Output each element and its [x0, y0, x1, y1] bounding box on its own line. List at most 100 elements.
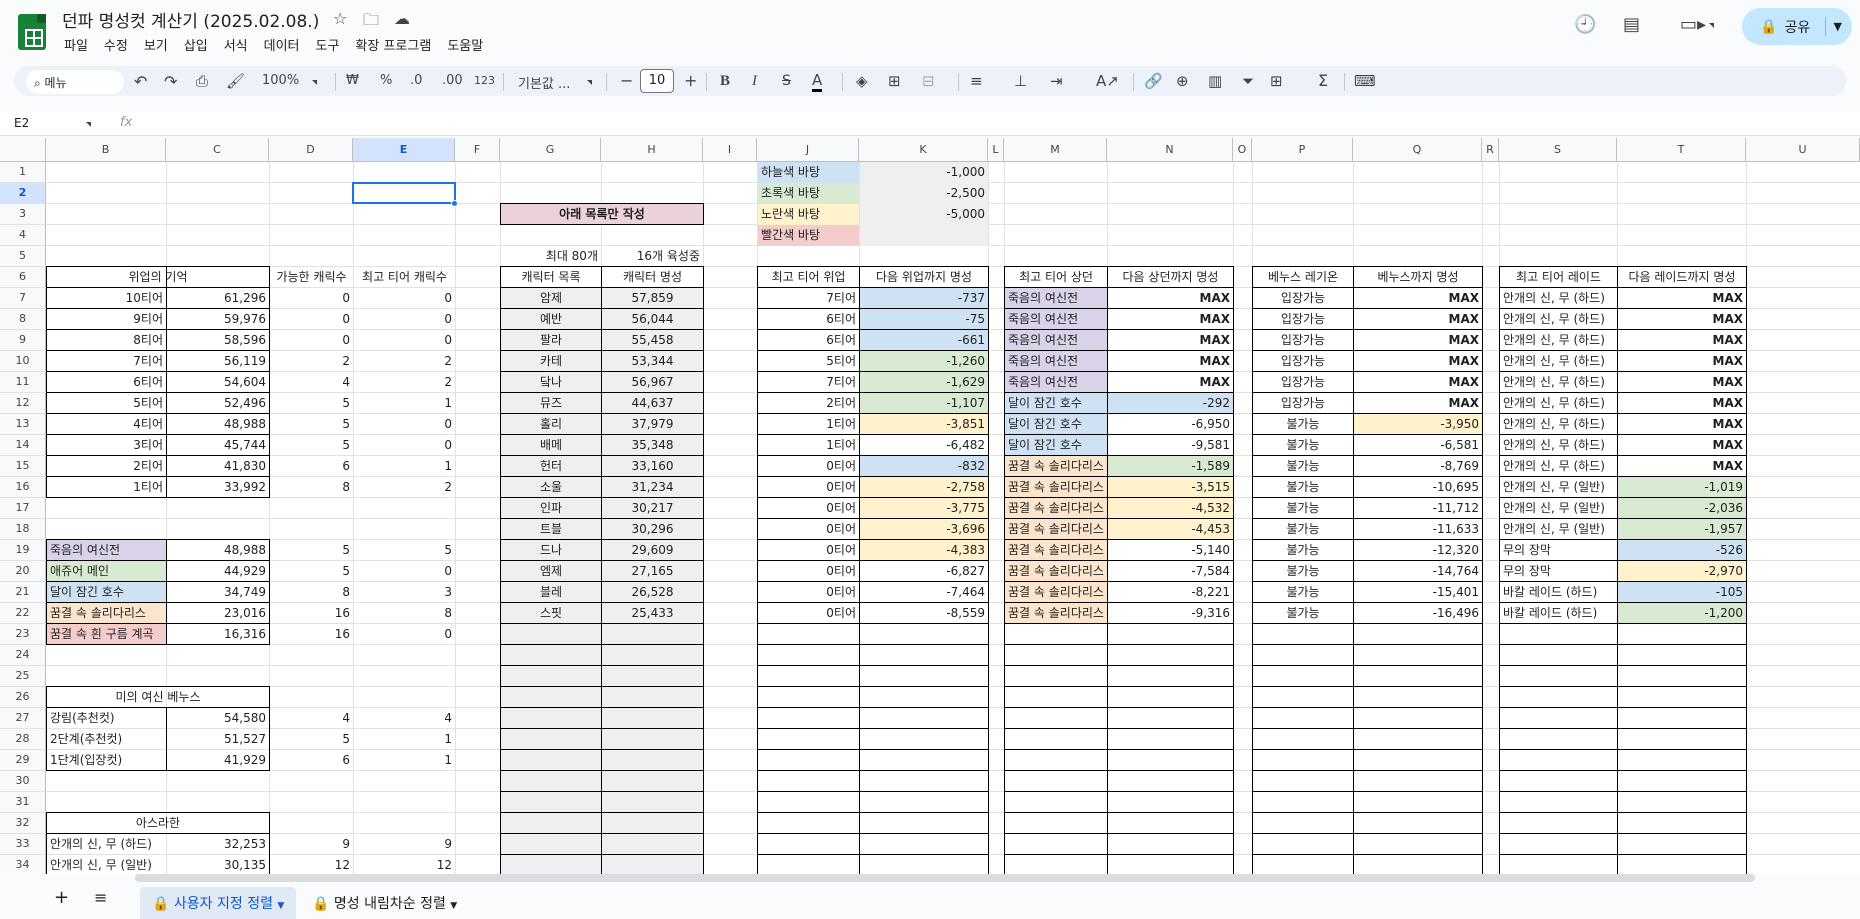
top-tier-count[interactable]: 0	[354, 288, 455, 309]
top-dungeon[interactable]: 죽음의 여신전	[1005, 330, 1107, 351]
undo-icon[interactable]: ↶	[134, 72, 147, 91]
fame-to-venus[interactable]: -8,769	[1354, 456, 1482, 477]
fame-to-next[interactable]: -8,221	[1108, 582, 1233, 603]
top-raid[interactable]: 안개의 신, 무 (하드)	[1500, 288, 1617, 309]
top-dungeon[interactable]: 꿈결 속 솔리다리스	[1005, 582, 1107, 603]
entry-status[interactable]: 불가능	[1253, 582, 1353, 603]
menu-item[interactable]: 파일	[56, 33, 96, 56]
empty-input-cell[interactable]	[602, 792, 703, 813]
top-tier-count[interactable]: 1	[354, 393, 455, 414]
character-name[interactable]: 암제	[501, 288, 601, 309]
empty-input-cell[interactable]	[602, 687, 703, 708]
top-tier-count[interactable]: 2	[354, 351, 455, 372]
legend-value[interactable]: -1,000	[860, 162, 988, 183]
character-name[interactable]: 블레	[501, 582, 601, 603]
top-tier[interactable]: 2티어	[758, 393, 859, 414]
fame-to-next[interactable]: MAX	[1108, 330, 1233, 351]
character-name[interactable]: 트블	[501, 519, 601, 540]
character-name[interactable]: 카테	[501, 351, 601, 372]
entry-status[interactable]: 입장가능	[1253, 393, 1353, 414]
fame-to-next[interactable]: -7,464	[860, 582, 988, 603]
tier-fame[interactable]: 48,988	[167, 414, 269, 435]
tier-fame[interactable]: 58,596	[167, 330, 269, 351]
select-all-corner[interactable]	[0, 138, 46, 162]
possible-count[interactable]: 5	[270, 435, 353, 456]
column-header[interactable]: B	[46, 138, 166, 162]
chevron-down-icon[interactable]: ▼	[1824, 17, 1842, 36]
possible-count[interactable]: 0	[270, 309, 353, 330]
entry-status[interactable]: 불가능	[1253, 435, 1353, 456]
legend-value[interactable]	[860, 225, 988, 246]
chevron-down-icon[interactable]: ▼	[450, 901, 457, 911]
version-history-icon[interactable]: 🕘	[1574, 14, 1596, 35]
tier-name[interactable]: 9티어	[47, 309, 166, 330]
entry-status[interactable]: 입장가능	[1253, 288, 1353, 309]
table-header[interactable]: 다음 위업까지 명성	[860, 267, 988, 288]
fame-to-venus[interactable]: MAX	[1354, 330, 1482, 351]
empty-input-cell[interactable]	[501, 666, 601, 687]
fame-to-venus[interactable]: MAX	[1354, 309, 1482, 330]
row-header[interactable]: 11	[0, 372, 46, 393]
currency-format-button[interactable]: ₩	[346, 73, 359, 88]
row-header[interactable]: 29	[0, 750, 46, 771]
dungeon-name[interactable]: 꿈결 속 솔리다리스	[47, 603, 166, 624]
column-header[interactable]: C	[166, 138, 269, 162]
top-tier-count[interactable]: 2	[354, 477, 455, 498]
row-header[interactable]: 25	[0, 666, 46, 687]
possible-count[interactable]: 6	[270, 750, 353, 771]
menu-item[interactable]: 보기	[136, 33, 176, 56]
top-dungeon[interactable]: 꿈결 속 솔리다리스	[1005, 540, 1107, 561]
top-dungeon[interactable]: 꿈결 속 솔리다리스	[1005, 456, 1107, 477]
fame-to-venus[interactable]: -11,633	[1354, 519, 1482, 540]
row-header[interactable]: 17	[0, 498, 46, 519]
entry-status[interactable]: 입장가능	[1253, 309, 1353, 330]
growing-chars-note[interactable]: 16개 육성중	[602, 246, 703, 267]
character-fame[interactable]: 57,859	[602, 288, 703, 309]
character-fame[interactable]: 35,348	[602, 435, 703, 456]
row-header[interactable]: 18	[0, 519, 46, 540]
top-dungeon[interactable]: 꿈결 속 솔리다리스	[1005, 477, 1107, 498]
row-header[interactable]: 26	[0, 687, 46, 708]
fame-to-next[interactable]: -661	[860, 330, 988, 351]
row-header[interactable]: 34	[0, 855, 46, 874]
tier-fame[interactable]: 52,496	[167, 393, 269, 414]
column-header[interactable]: G	[500, 138, 601, 162]
table-header[interactable]: 캐릭터 목록	[501, 267, 601, 288]
fame-to-next[interactable]: MAX	[1618, 330, 1746, 351]
table-header[interactable]: 다음 레이드까지 명성	[1618, 267, 1746, 288]
column-header[interactable]: U	[1746, 138, 1860, 162]
top-dungeon[interactable]: 달이 잠긴 호수	[1005, 393, 1107, 414]
decrease-font-size-button[interactable]: −	[620, 71, 633, 90]
empty-input-cell[interactable]	[501, 750, 601, 771]
row-header[interactable]: 30	[0, 771, 46, 792]
increase-decimal-button[interactable]: .00	[442, 73, 463, 88]
entry-status[interactable]: 불가능	[1253, 456, 1353, 477]
character-name[interactable]: 배메	[501, 435, 601, 456]
venus-fame[interactable]: 54,580	[167, 708, 269, 729]
dungeon-fame[interactable]: 16,316	[167, 624, 269, 645]
dungeon-name[interactable]: 달이 잠긴 호수	[47, 582, 166, 603]
borders-icon[interactable]: ⊞	[888, 72, 901, 90]
empty-input-cell[interactable]	[602, 750, 703, 771]
tier-name[interactable]: 5티어	[47, 393, 166, 414]
top-dungeon[interactable]: 꿈결 속 솔리다리스	[1005, 603, 1107, 624]
possible-count[interactable]: 8	[270, 582, 353, 603]
top-tier[interactable]: 7티어	[758, 372, 859, 393]
top-tier-count[interactable]: 3	[354, 582, 455, 603]
top-tier-count[interactable]: 2	[354, 372, 455, 393]
chevron-down-icon[interactable]	[587, 80, 592, 85]
empty-input-cell[interactable]	[602, 624, 703, 645]
row-header[interactable]: 8	[0, 309, 46, 330]
character-fame[interactable]: 31,234	[602, 477, 703, 498]
row-header[interactable]: 24	[0, 645, 46, 666]
character-fame[interactable]: 44,637	[602, 393, 703, 414]
possible-count[interactable]: 2	[270, 351, 353, 372]
column-header[interactable]: K	[859, 138, 988, 162]
fame-to-next[interactable]: -9,581	[1108, 435, 1233, 456]
top-raid[interactable]: 안개의 신, 무 (하드)	[1500, 351, 1617, 372]
chevron-down-icon[interactable]	[86, 122, 91, 127]
column-header[interactable]: H	[601, 138, 703, 162]
row-header[interactable]: 32	[0, 813, 46, 834]
empty-input-cell[interactable]	[602, 834, 703, 855]
print-icon[interactable]: ⎙	[196, 72, 208, 90]
